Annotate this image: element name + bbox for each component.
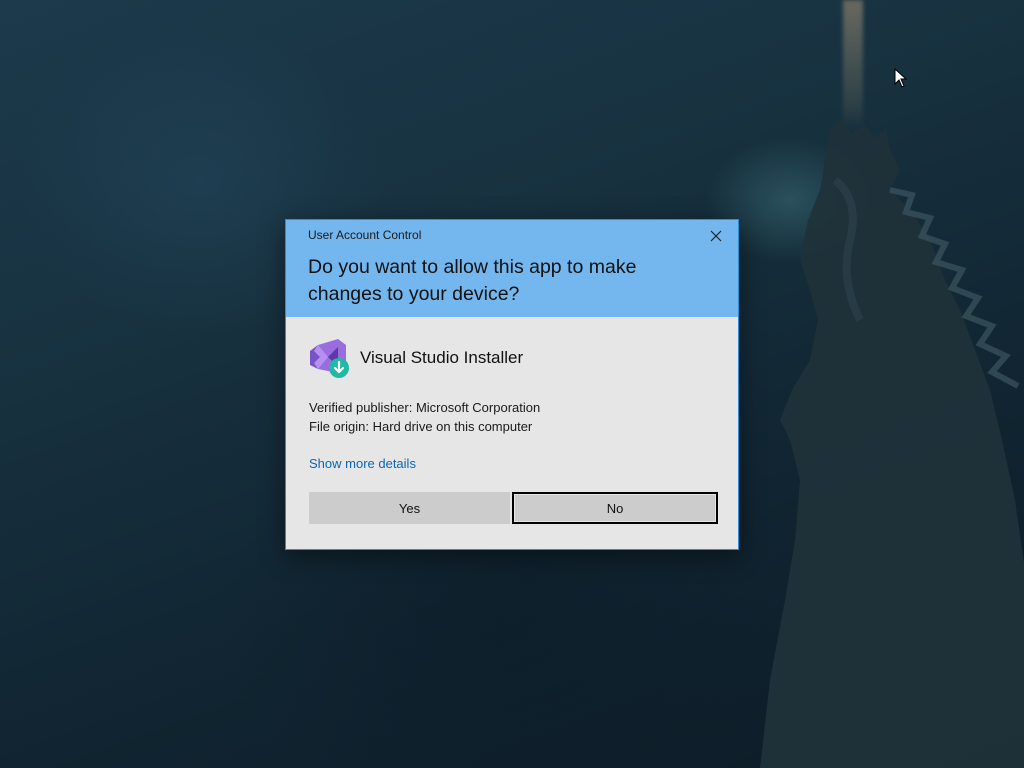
app-row: Visual Studio Installer <box>308 337 523 379</box>
app-details: Verified publisher: Microsoft Corporatio… <box>309 398 540 436</box>
close-button[interactable] <box>702 224 730 248</box>
show-more-details-link[interactable]: Show more details <box>309 456 416 471</box>
wallpaper-creature-silhouette <box>760 120 1024 768</box>
uac-body: Visual Studio Installer Verified publish… <box>286 317 738 549</box>
no-button[interactable]: No <box>512 492 718 524</box>
uac-header: User Account Control Do you want to allo… <box>286 220 738 317</box>
app-name: Visual Studio Installer <box>360 348 524 367</box>
desktop: User Account Control Do you want to allo… <box>0 0 1024 768</box>
mouse-cursor-icon <box>894 68 908 88</box>
dialog-question: Do you want to allow this app to make ch… <box>308 256 637 305</box>
uac-dialog: User Account Control Do you want to allo… <box>285 219 739 550</box>
close-icon <box>710 230 722 242</box>
yes-button[interactable]: Yes <box>309 492 510 524</box>
origin-text: File origin: Hard drive on this computer <box>309 419 533 434</box>
wallpaper-light-beam <box>843 0 863 130</box>
publisher-text: Verified publisher: Microsoft Corporatio… <box>309 400 541 415</box>
visual-studio-installer-icon <box>310 339 349 378</box>
dialog-caption: User Account Control <box>308 228 422 242</box>
